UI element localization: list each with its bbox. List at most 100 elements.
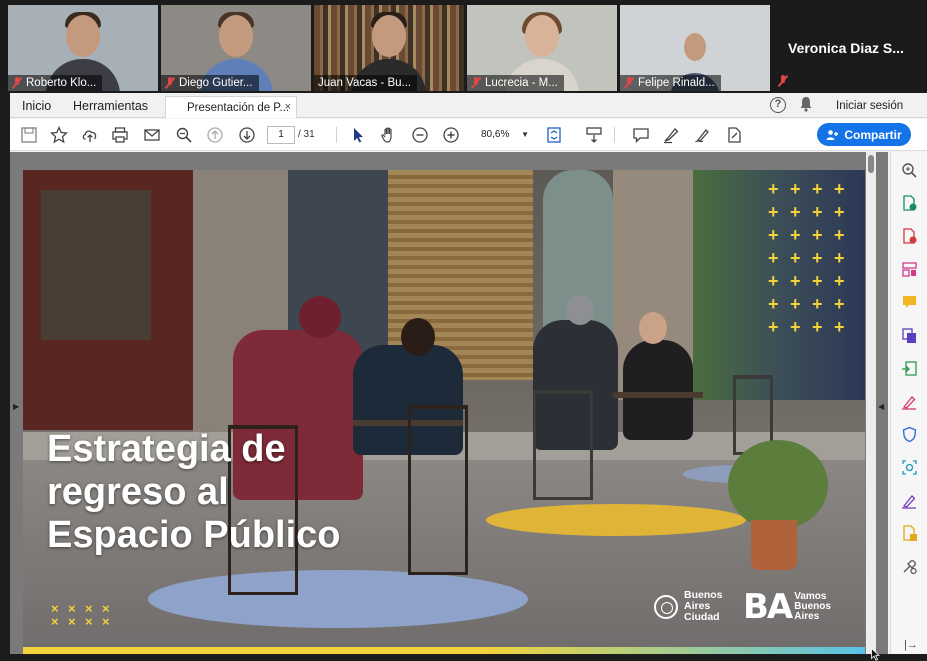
collapse-rail-icon[interactable]: |→	[904, 639, 918, 651]
plus-mark: +	[834, 225, 845, 245]
toolbar: 1 / 31 80,6% ▼ Compartir	[10, 119, 927, 151]
participant-tile[interactable]: Felipe Rinald...	[620, 5, 770, 91]
plus-mark: +	[790, 248, 801, 268]
plus-mark: +	[834, 271, 845, 291]
next-page-icon[interactable]	[238, 126, 256, 144]
send-for-review-icon[interactable]	[901, 525, 918, 542]
buenos-aires-ciudad-logo: Buenos Aires Ciudad	[654, 590, 723, 623]
plus-pattern: + + + + + + + + + + + + + + + + + + + + + + + + + + + +	[768, 178, 858, 337]
plus-mark: +	[790, 271, 801, 291]
share-button[interactable]: Compartir	[817, 123, 911, 146]
plus-mark: +	[768, 202, 779, 222]
headline-line: Estrategia de	[47, 428, 286, 470]
participant-name-bar: Juan Vacas - Bu...	[314, 75, 418, 91]
menu-tools[interactable]: Herramientas	[73, 99, 148, 113]
previous-page-icon[interactable]	[206, 126, 224, 144]
participant-face	[684, 33, 706, 61]
menu-home[interactable]: Inicio	[22, 99, 51, 113]
right-panel-toggle-icon[interactable]: ◀	[878, 402, 884, 411]
save-icon[interactable]	[20, 126, 38, 144]
plus-mark: +	[834, 294, 845, 314]
participant-tile[interactable]: Diego Gutier...	[161, 5, 311, 91]
plus-mark: +	[768, 294, 779, 314]
organize-pages-icon[interactable]	[901, 261, 918, 278]
combine-files-icon[interactable]	[901, 327, 918, 344]
export-pdf-icon[interactable]	[901, 195, 918, 212]
highlight-pen-icon[interactable]	[662, 126, 680, 144]
vamos-buenos-aires-logo: BA Vamos Buenos Aires	[743, 590, 831, 624]
plus-mark: +	[812, 202, 823, 222]
fill-sign-icon[interactable]	[725, 126, 743, 144]
create-pdf-icon[interactable]	[901, 228, 918, 245]
zoom-search-icon[interactable]	[175, 126, 193, 144]
slide-headline: Estrategia de regreso al Espacio Público	[47, 428, 341, 557]
plus-mark: +	[790, 202, 801, 222]
fill-and-sign-icon[interactable]	[901, 393, 918, 410]
zoom-in-icon[interactable]	[442, 126, 460, 144]
mic-off-icon	[471, 77, 481, 89]
plus-mark: +	[812, 225, 823, 245]
tools-rail: |→	[890, 152, 927, 654]
draw-sign-icon[interactable]	[694, 126, 712, 144]
mic-off-icon	[12, 77, 22, 89]
share-button-label: Compartir	[844, 127, 902, 142]
participant-name-bar: Lucrecia - M...	[467, 75, 564, 91]
pdf-viewer-window: Inicio Herramientas Presentación de P...…	[10, 93, 927, 661]
document-viewport[interactable]: ▶ + + + + + + + + + + + + + + + + + + + …	[10, 152, 888, 661]
plus-mark: +	[834, 202, 845, 222]
person-head	[401, 318, 435, 356]
person-black-coat	[623, 340, 693, 440]
page-number-input[interactable]: 1	[267, 126, 295, 144]
bell-icon[interactable]	[799, 96, 813, 112]
plus-mark: +	[834, 248, 845, 268]
comment-icon[interactable]	[632, 126, 650, 144]
document-tab-title: Presentación de P...	[187, 102, 290, 114]
print-icon[interactable]	[111, 126, 129, 144]
x-mark: ×	[68, 614, 76, 629]
comment-tool-icon[interactable]	[901, 294, 918, 311]
chevron-down-icon: ▼	[521, 130, 529, 139]
document-tab[interactable]: Presentación de P... ×	[165, 96, 297, 118]
zoom-tool-icon[interactable]	[901, 162, 918, 179]
participant-tile-active[interactable]: Juan Vacas - Bu...	[314, 5, 464, 91]
toolbar-divider	[336, 127, 337, 143]
participant-name-bar: Diego Gutier...	[161, 75, 259, 91]
scrollbar-thumb[interactable]	[868, 155, 874, 173]
participant-tile[interactable]: Roberto Klo...	[8, 5, 158, 91]
left-panel-toggle-icon[interactable]: ▶	[13, 402, 19, 411]
participant-tile[interactable]: Lucrecia - M...	[467, 5, 617, 91]
star-icon[interactable]	[50, 126, 68, 144]
logo-text: Ciudad	[684, 611, 720, 623]
vertical-scrollbar[interactable]	[866, 152, 876, 654]
x-mark: ×	[102, 614, 110, 629]
mouse-pointer-icon	[871, 648, 880, 661]
x-pattern: × × × × × × × ×	[51, 602, 119, 628]
participant-name: Roberto Klo...	[26, 77, 97, 89]
active-speaker-name: Veronica Diaz S...	[788, 40, 904, 56]
email-icon[interactable]	[143, 126, 161, 144]
request-signature-icon[interactable]	[901, 492, 918, 509]
sign-in-link[interactable]: Iniciar sesión	[836, 100, 903, 112]
fit-page-icon[interactable]	[545, 126, 563, 144]
plus-mark: +	[834, 317, 845, 337]
edit-pdf-icon[interactable]	[901, 360, 918, 377]
mic-off-icon	[165, 77, 175, 89]
cafe-table	[613, 392, 703, 398]
select-cursor-icon[interactable]	[349, 126, 367, 144]
participant-name: Lucrecia - M...	[485, 77, 558, 89]
help-icon[interactable]: ?	[770, 97, 786, 113]
zoom-out-icon[interactable]	[411, 126, 429, 144]
close-tab-icon[interactable]: ×	[285, 101, 291, 113]
cloud-upload-icon[interactable]	[81, 126, 99, 144]
zoom-level-select[interactable]: 80,6% ▼	[477, 126, 529, 144]
scroll-mode-icon[interactable]	[585, 126, 603, 144]
scan-ocr-icon[interactable]	[901, 459, 918, 476]
plus-mark: +	[768, 317, 779, 337]
x-mark: ×	[51, 614, 59, 629]
more-tools-icon[interactable]	[901, 558, 918, 575]
hand-tool-icon[interactable]	[380, 126, 398, 144]
protect-shield-icon[interactable]	[901, 426, 918, 443]
painted-circle-yellow	[486, 504, 746, 536]
person-head	[639, 312, 667, 344]
chair	[533, 390, 593, 500]
